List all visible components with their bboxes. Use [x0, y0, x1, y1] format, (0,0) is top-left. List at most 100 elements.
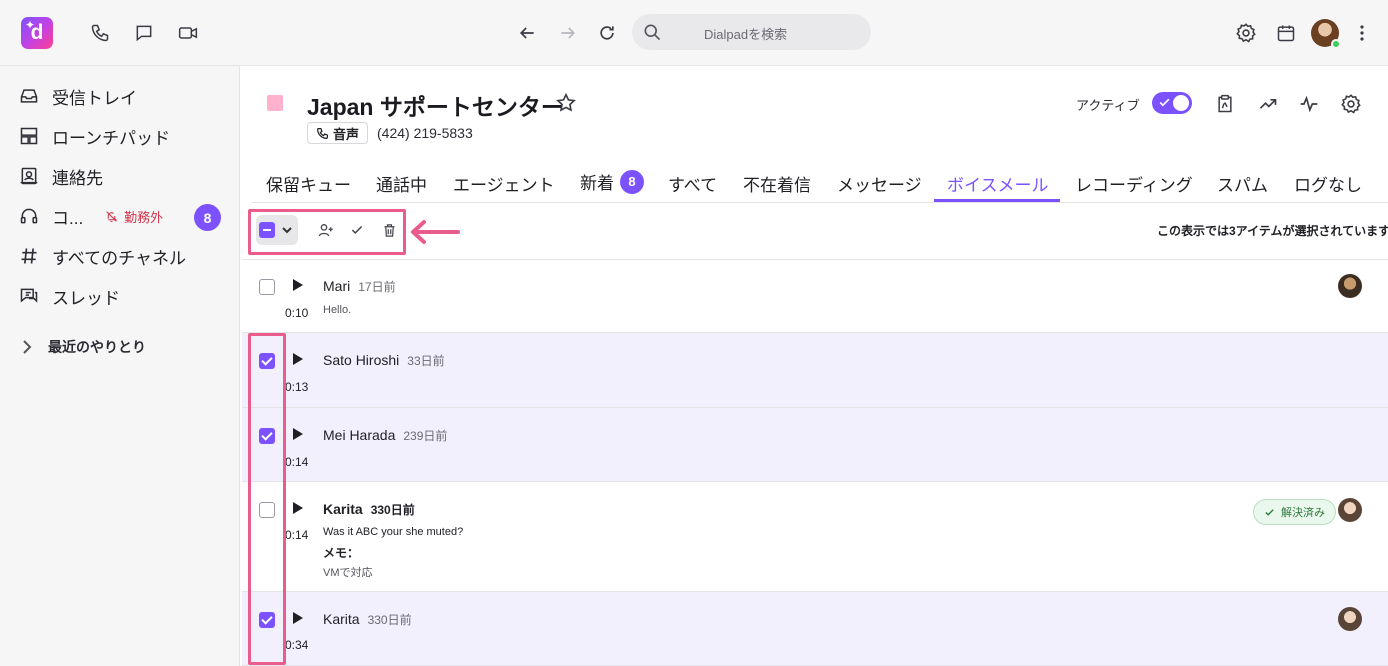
- chat-icon[interactable]: [132, 21, 156, 45]
- voicemail-row[interactable]: 0:10 Mari 17日前 Hello.: [242, 260, 1388, 333]
- sidebar-item-call-center[interactable]: コ... 勤務外 8: [18, 202, 228, 231]
- search-icon: [642, 22, 662, 42]
- calendar-icon[interactable]: [1274, 21, 1298, 45]
- tab-new[interactable]: 新着 8: [580, 169, 644, 194]
- phone-number: (424) 219-5833: [377, 125, 473, 141]
- time-ago: 330日前: [370, 503, 415, 517]
- row-checkbox[interactable]: [259, 502, 275, 518]
- settings-gear-icon[interactable]: [1234, 21, 1258, 45]
- assignee-avatar[interactable]: [1338, 498, 1362, 522]
- launchpad-icon: [18, 125, 40, 147]
- row-checkbox[interactable]: [259, 428, 275, 444]
- tab-recordings[interactable]: レコーディング: [1075, 171, 1193, 196]
- tab-spam[interactable]: スパム: [1217, 171, 1268, 196]
- clipboard-icon[interactable]: [1213, 92, 1237, 116]
- channel-type-pill: 音声: [307, 122, 369, 144]
- tab-voicemail[interactable]: ボイスメール: [947, 171, 1049, 196]
- tab-missed[interactable]: 不在着信: [743, 171, 811, 196]
- play-icon[interactable]: [292, 279, 303, 291]
- toggle-knob: [1173, 95, 1189, 111]
- tab-label: メッセージ: [837, 176, 922, 195]
- tab-label: 新着: [580, 174, 614, 193]
- check-icon: [1158, 96, 1171, 109]
- pointer-arrow-icon: [408, 218, 460, 246]
- sidebar-item-inbox[interactable]: 受信トレイ: [18, 82, 228, 110]
- sidebar-item-threads[interactable]: スレッド: [18, 282, 228, 310]
- channel-color-swatch: [267, 95, 283, 111]
- activity-icon[interactable]: [1297, 92, 1321, 116]
- caller-name-text: Mei Harada: [323, 427, 396, 443]
- tab-messages[interactable]: メッセージ: [837, 171, 922, 196]
- sidebar-item-launchpad[interactable]: ローンチパッド: [18, 122, 228, 150]
- trash-icon[interactable]: [381, 222, 397, 238]
- sidebar: 受信トレイ ローンチパッド 連絡先 コ... 勤務外 8 すべてのチャネル スレ…: [0, 66, 240, 666]
- page-title: Japan サポートセンター: [307, 94, 564, 120]
- assignee-avatar[interactable]: [1338, 274, 1362, 298]
- sidebar-item-label: 連絡先: [52, 168, 103, 188]
- time-ago: 239日前: [403, 429, 448, 443]
- tab-hold-queue[interactable]: 保留キュー: [266, 171, 351, 196]
- play-icon[interactable]: [292, 353, 303, 365]
- voicemail-duration: 0:10: [285, 306, 309, 320]
- active-label: アクティブ: [1076, 98, 1140, 113]
- play-icon[interactable]: [292, 502, 303, 514]
- tab-all[interactable]: すべて: [668, 171, 717, 196]
- voicemail-duration: 0:13: [285, 380, 309, 394]
- recent-label: 最近のやりとり: [48, 339, 146, 355]
- select-all-checkbox[interactable]: [259, 222, 275, 238]
- caller-name: Mei Harada 239日前: [323, 427, 447, 444]
- star-icon[interactable]: [555, 92, 577, 114]
- mark-resolved-icon[interactable]: [349, 222, 365, 238]
- tab-label: レコーディング: [1075, 176, 1193, 195]
- active-tab-indicator: [934, 199, 1060, 202]
- call-center-count-badge: 8: [194, 204, 221, 231]
- reload-icon[interactable]: [595, 21, 619, 45]
- tab-label: スパム: [1217, 176, 1268, 195]
- sidebar-item-contacts[interactable]: 連絡先: [18, 162, 228, 190]
- sidebar-item-all-channels[interactable]: すべてのチャネル: [18, 242, 228, 270]
- voicemail-row[interactable]: 0:14 Mei Harada 239日前: [242, 408, 1388, 482]
- voicemail-row[interactable]: 0:14 Karita 330日前 Was it ABC your she mut…: [242, 482, 1388, 592]
- tab-label: 通話中: [376, 176, 427, 195]
- memo-text: VMで対応: [323, 567, 373, 579]
- channel-settings-icon[interactable]: [1339, 92, 1363, 116]
- tab-agents[interactable]: エージェント: [453, 171, 555, 196]
- dialpad-logo[interactable]: ✦ d: [21, 17, 53, 49]
- caller-name-text: Sato Hiroshi: [323, 352, 400, 368]
- tab-on-call[interactable]: 通話中: [376, 171, 427, 196]
- tab-unlogged[interactable]: ログなし: [1294, 171, 1362, 196]
- trending-up-icon[interactable]: [1256, 92, 1280, 116]
- row-checkbox[interactable]: [259, 279, 275, 295]
- assign-user-icon[interactable]: [318, 222, 334, 238]
- more-vertical-icon[interactable]: [1350, 21, 1374, 45]
- sidebar-item-label: ローンチパッド: [52, 128, 171, 148]
- row-checkbox[interactable]: [259, 612, 275, 628]
- sidebar-item-label: コ...: [52, 208, 84, 228]
- recent-conversations-toggle[interactable]: 最近のやりとり: [22, 337, 146, 357]
- assignee-avatar[interactable]: [1338, 607, 1362, 631]
- bell-off-icon: [105, 210, 118, 223]
- voicemail-row[interactable]: 0:13 Sato Hiroshi 33日前: [242, 333, 1388, 408]
- select-all-dropdown[interactable]: [256, 215, 298, 245]
- off-duty-status: 勤務外: [105, 207, 163, 226]
- active-toggle[interactable]: [1152, 92, 1192, 114]
- video-icon[interactable]: [176, 21, 200, 45]
- voicemail-transcript: Was it ABC your she muted?: [323, 526, 464, 538]
- hash-icon: [18, 245, 40, 267]
- phone-icon[interactable]: [88, 21, 112, 45]
- caller-name-text: Karita: [323, 501, 363, 517]
- play-icon[interactable]: [292, 612, 303, 624]
- chevron-right-icon: [22, 340, 32, 354]
- row-checkbox[interactable]: [259, 353, 275, 369]
- play-icon[interactable]: [292, 428, 303, 440]
- back-arrow-icon[interactable]: [515, 21, 539, 45]
- inbox-icon: [18, 85, 40, 107]
- check-icon: [1264, 507, 1275, 518]
- search-input[interactable]: Dialpadを検索: [632, 14, 871, 50]
- off-duty-label: 勤務外: [124, 209, 164, 225]
- voicemail-row[interactable]: 0:34 Karita 330日前: [242, 592, 1388, 666]
- forward-arrow-icon[interactable]: [556, 21, 580, 45]
- time-ago: 33日前: [407, 354, 445, 368]
- voicemail-duration: 0:14: [285, 455, 309, 469]
- headset-icon: [18, 205, 40, 227]
